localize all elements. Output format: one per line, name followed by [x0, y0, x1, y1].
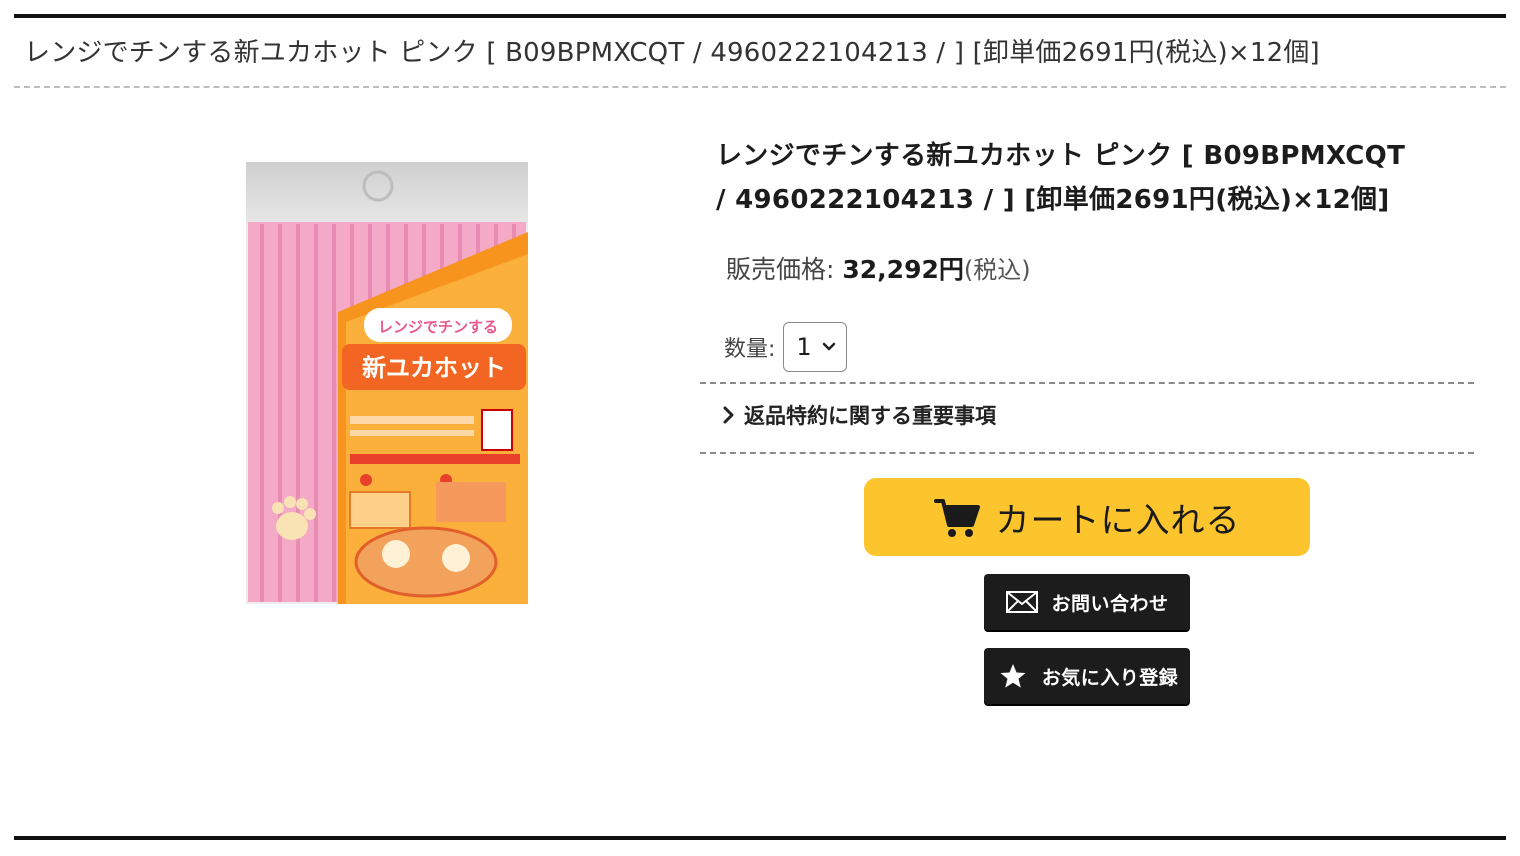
product-image: レンジでチンする 新ユカホット — [246, 162, 528, 604]
add-to-favorites-button[interactable]: お気に入り登録 — [984, 648, 1190, 704]
returns-policy-link[interactable]: 返品特約に関する重要事項 — [722, 400, 996, 430]
product-info: レンジでチンする新ユカホット ピンク [ B09BPMXCQT / 496022… — [716, 134, 1416, 222]
favorite-label: お気に入り登録 — [1041, 666, 1179, 689]
page-heading: レンジでチンする新ユカホット ピンク [ B09BPMXCQT / 496022… — [24, 38, 1320, 68]
price-row: 販売価格: 32,292円(税込) — [726, 250, 1031, 286]
heading-divider — [14, 86, 1506, 88]
mail-icon — [1006, 591, 1039, 613]
cart-icon — [933, 499, 980, 537]
contact-button[interactable]: お問い合わせ — [984, 574, 1190, 630]
svg-text:レンジでチンする: レンジでチンする — [378, 318, 498, 336]
contact-label: お問い合わせ — [1051, 592, 1169, 615]
top-rule — [14, 14, 1506, 18]
star-icon — [1000, 664, 1026, 688]
divider — [700, 452, 1474, 454]
chevron-down-icon — [823, 342, 836, 351]
add-to-cart-button[interactable]: カートに入れる — [864, 478, 1310, 556]
price-label: 販売価格: — [726, 255, 835, 284]
quantity-value: 1 — [796, 333, 812, 361]
add-to-cart-label: カートに入れる — [995, 500, 1241, 541]
price-value: 32,292円 — [842, 255, 964, 284]
chevron-right-icon — [723, 406, 734, 424]
quantity-label: 数量: — [724, 337, 776, 362]
quantity-select[interactable]: 1 — [783, 322, 848, 372]
tax-note: (税込) — [963, 256, 1031, 284]
bottom-rule — [14, 836, 1506, 840]
product-title: レンジでチンする新ユカホット ピンク [ B09BPMXCQT / 496022… — [716, 141, 1406, 215]
returns-policy-label: 返品特約に関する重要事項 — [744, 404, 996, 428]
divider — [700, 382, 1474, 384]
quantity-row: 数量: 1 — [724, 322, 848, 372]
svg-text:新ユカホット: 新ユカホット — [362, 354, 506, 382]
